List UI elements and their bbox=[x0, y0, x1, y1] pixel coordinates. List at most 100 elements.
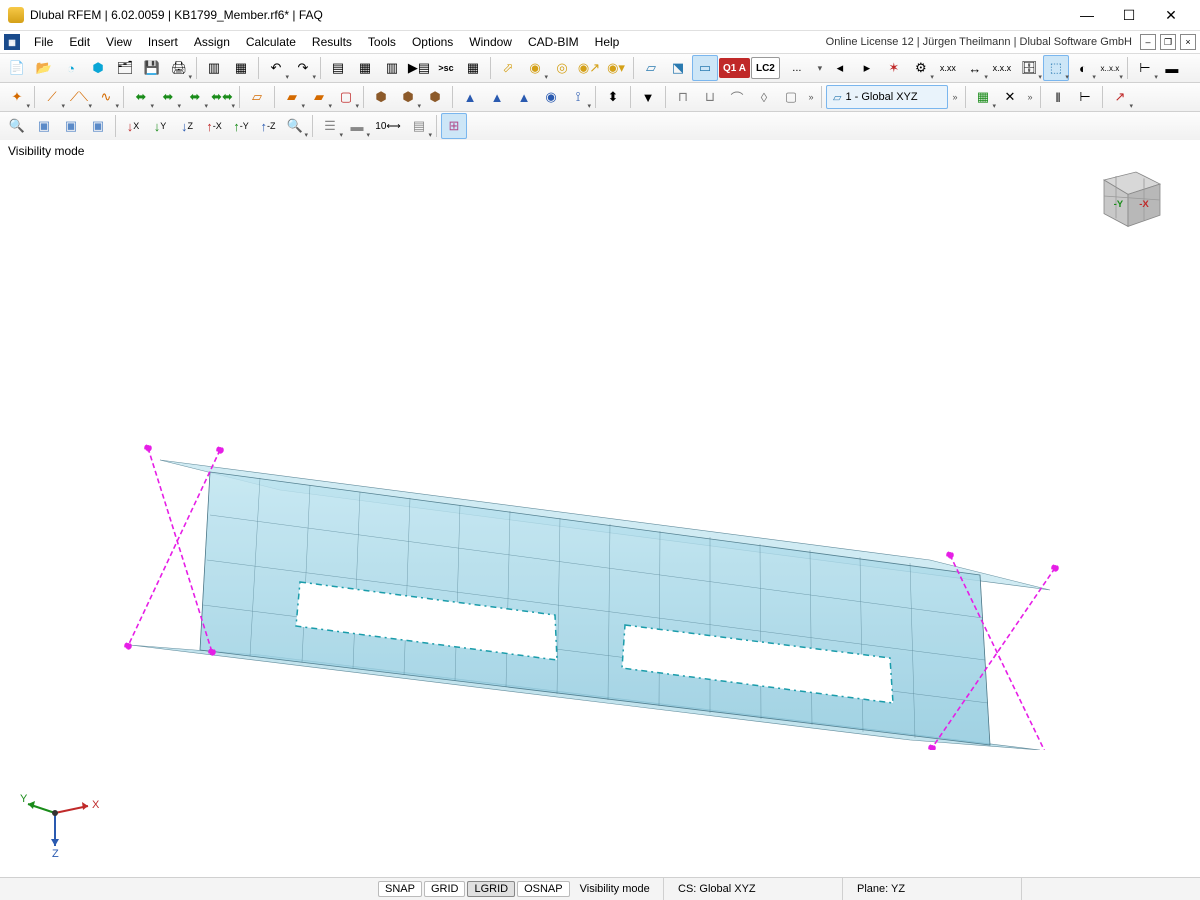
truss-button[interactable]: ◊ bbox=[751, 84, 777, 110]
chevron-icon[interactable]: » bbox=[1024, 92, 1036, 102]
layer-button[interactable]: 🗄▾ bbox=[1016, 55, 1042, 81]
results-table-button[interactable]: ▦▾ bbox=[970, 84, 996, 110]
dim-xxx-button[interactable]: x.x.x bbox=[989, 55, 1015, 81]
hinge-button[interactable]: ◉ bbox=[538, 84, 564, 110]
panel-button[interactable]: ▥ bbox=[379, 55, 405, 81]
axis-neg-x-button[interactable]: ↑-X bbox=[201, 113, 227, 139]
table-1-button[interactable]: ▥ bbox=[201, 55, 227, 81]
member-section-button[interactable]: ▬ bbox=[1159, 55, 1185, 81]
loadcase-more-button[interactable]: ... bbox=[781, 55, 813, 81]
select-special-button[interactable]: ◉↗ bbox=[576, 55, 602, 81]
curve-button[interactable]: ∿▾ bbox=[93, 84, 119, 110]
member-2-button[interactable]: ⬌▾ bbox=[155, 84, 181, 110]
chevron-icon[interactable]: » bbox=[805, 92, 817, 102]
doc-minimize-button[interactable]: – bbox=[1140, 34, 1156, 50]
node-button[interactable]: ✦▾ bbox=[4, 84, 30, 110]
bridge-button[interactable]: ⌒ bbox=[724, 84, 750, 110]
member-end-button[interactable]: ⊢▾ bbox=[1132, 55, 1158, 81]
plane-2-button[interactable]: ▰▾ bbox=[306, 84, 332, 110]
surface-button[interactable]: ▱ bbox=[244, 84, 270, 110]
menu-insert[interactable]: Insert bbox=[140, 33, 186, 51]
measure-button[interactable]: ↗▾ bbox=[1107, 84, 1133, 110]
align-button[interactable]: ⬔ bbox=[665, 55, 691, 81]
lgrid-toggle[interactable]: LGRID bbox=[467, 881, 515, 897]
cube-1-button[interactable]: ▣ bbox=[31, 113, 57, 139]
maximize-button[interactable]: ☐ bbox=[1108, 0, 1150, 30]
view-distance-button[interactable]: 10 ⟷ bbox=[371, 113, 405, 139]
work-plane-button[interactable]: ▱ bbox=[638, 55, 664, 81]
solid-3-button[interactable]: ⬢ bbox=[422, 84, 448, 110]
osnap-toggle[interactable]: OSNAP bbox=[517, 881, 570, 897]
view-stack-button[interactable]: ☰▾ bbox=[317, 113, 343, 139]
spacer-button[interactable]: ⬍ bbox=[600, 84, 626, 110]
member-set-button[interactable]: ⬌⬌▾ bbox=[209, 84, 235, 110]
frame-1-button[interactable]: ⊓ bbox=[670, 84, 696, 110]
3d-view-button[interactable]: ⬚▾ bbox=[1043, 55, 1069, 81]
open-file-button[interactable]: 📂 bbox=[31, 55, 57, 81]
loadcase-q1a-badge[interactable]: Q1 A bbox=[719, 58, 750, 78]
render-mode-button[interactable]: ◐▾ bbox=[1070, 55, 1096, 81]
bounding-box-button[interactable]: ▭ bbox=[692, 55, 718, 81]
prev-lc-button[interactable]: ◂ bbox=[827, 55, 853, 81]
menu-options[interactable]: Options bbox=[404, 33, 461, 51]
polyline-button[interactable]: ⟋⟍▾ bbox=[66, 84, 92, 110]
table-2-button[interactable]: ▦ bbox=[228, 55, 254, 81]
select-arrow-button[interactable]: ⬀ bbox=[495, 55, 521, 81]
solid-2-button[interactable]: ⬢▾ bbox=[395, 84, 421, 110]
minimize-button[interactable]: — bbox=[1066, 0, 1108, 30]
zoom-fit-button[interactable]: 🔍▾ bbox=[282, 113, 308, 139]
navigator-button[interactable]: ▤ bbox=[325, 55, 351, 81]
release-button[interactable]: ⟟▾ bbox=[565, 84, 591, 110]
beam-model[interactable] bbox=[50, 250, 1100, 750]
script-button[interactable]: >sc bbox=[433, 55, 459, 81]
dim-tool-button[interactable]: ↔▾ bbox=[962, 55, 988, 81]
delete-node-button[interactable]: ✶ bbox=[881, 55, 907, 81]
filter-select-button[interactable]: ◉▾ bbox=[603, 55, 629, 81]
circle-select-button[interactable]: ◎ bbox=[549, 55, 575, 81]
cube-2-button[interactable]: ▣ bbox=[58, 113, 84, 139]
section-1-button[interactable]: ‖ bbox=[1045, 84, 1071, 110]
lasso-select-button[interactable]: ◉▾ bbox=[522, 55, 548, 81]
menu-edit[interactable]: Edit bbox=[61, 33, 98, 51]
axis-y-button[interactable]: ↓Y bbox=[147, 113, 173, 139]
3d-viewport[interactable]: Visibility mode -Y -X bbox=[0, 140, 1200, 878]
model-button[interactable]: ⬢ bbox=[85, 55, 111, 81]
view-plane-button[interactable]: ▬▾ bbox=[344, 113, 370, 139]
solid-1-button[interactable]: ⬢ bbox=[368, 84, 394, 110]
data-table-button[interactable]: ▦ bbox=[352, 55, 378, 81]
doc-close-button[interactable]: × bbox=[1180, 34, 1196, 50]
grid-toggle[interactable]: GRID bbox=[424, 881, 466, 897]
menu-tools[interactable]: Tools bbox=[360, 33, 404, 51]
next-lc-button[interactable]: ▸ bbox=[854, 55, 880, 81]
doc-restore-button[interactable]: ❐ bbox=[1160, 34, 1176, 50]
member-3-button[interactable]: ⬌▾ bbox=[182, 84, 208, 110]
print-button[interactable]: 🖨▾ bbox=[166, 55, 192, 81]
grid-panel-button[interactable]: ▦ bbox=[460, 55, 486, 81]
loadcase-lc2[interactable]: LC2 bbox=[751, 57, 780, 79]
snap-toggle[interactable]: SNAP bbox=[378, 881, 422, 897]
menu-help[interactable]: Help bbox=[587, 33, 628, 51]
tool-filter-button[interactable]: ▼ bbox=[635, 84, 661, 110]
navigation-cube[interactable]: -Y -X bbox=[1088, 156, 1168, 236]
close-button[interactable]: ✕ bbox=[1150, 0, 1192, 30]
view-grid-button[interactable]: ▤▾ bbox=[406, 113, 432, 139]
axis-neg-y-button[interactable]: ↑-Y bbox=[228, 113, 254, 139]
coord-system-select[interactable]: ▱ 1 - Global XYZ bbox=[826, 85, 948, 109]
redo-button[interactable]: ↷▾ bbox=[290, 55, 316, 81]
go-button[interactable]: ▶▤ bbox=[406, 55, 432, 81]
section-2-button[interactable]: ⊢ bbox=[1072, 84, 1098, 110]
line-button[interactable]: ⟋▾ bbox=[39, 84, 65, 110]
menu-results[interactable]: Results bbox=[304, 33, 360, 51]
results-off-button[interactable]: ✕ bbox=[997, 84, 1023, 110]
support-1-button[interactable]: ▲ bbox=[457, 84, 483, 110]
menu-assign[interactable]: Assign bbox=[186, 33, 238, 51]
plane-1-button[interactable]: ▰▾ bbox=[279, 84, 305, 110]
mesh-view-button[interactable]: ⊞ bbox=[441, 113, 467, 139]
find-button[interactable]: 🔍 bbox=[4, 113, 30, 139]
support-3-button[interactable]: ▲ bbox=[511, 84, 537, 110]
axis-z-button[interactable]: ↓Z bbox=[174, 113, 200, 139]
cloud-button[interactable]: ◔ bbox=[58, 55, 84, 81]
block-button[interactable]: 🗂 bbox=[112, 55, 138, 81]
menu-cad-bim[interactable]: CAD-BIM bbox=[520, 33, 587, 51]
member-1-button[interactable]: ⬌▾ bbox=[128, 84, 154, 110]
